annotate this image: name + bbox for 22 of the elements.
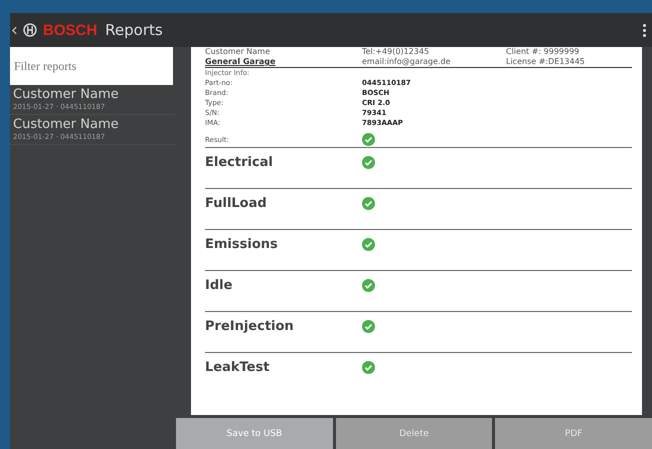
- brand-name: BOSCH: [43, 22, 98, 38]
- header-text: Customer Name: [205, 47, 272, 57]
- more-icon[interactable]: [641, 22, 648, 38]
- logo-icon: [23, 23, 37, 37]
- customer-name: Customer Name: [13, 87, 120, 103]
- header-text: email:info@garage.de: [362, 57, 452, 67]
- header-text: Tel:+49(0)12345: [362, 47, 430, 57]
- test-name: Emissions: [205, 236, 279, 252]
- header-text: General Garage: [205, 57, 276, 67]
- header-text: Client #: 9999999: [506, 47, 580, 57]
- test-name: Electrical: [205, 154, 274, 170]
- test-name: FullLoad: [205, 196, 268, 210]
- test-name: Idle: [205, 278, 234, 292]
- header-text: License #:DE13445: [506, 57, 586, 67]
- customer-name: Customer Name: [13, 117, 120, 133]
- back-icon[interactable]: [12, 26, 17, 34]
- filter-field[interactable]: Filter reports: [10, 47, 173, 85]
- test-name: PreInjection: [205, 318, 295, 334]
- test-name: LeakTest: [205, 360, 270, 374]
- action-button[interactable]: Delete: [336, 418, 492, 449]
- app-title: Reports: [105, 21, 163, 39]
- action-button[interactable]: PDF: [495, 418, 652, 449]
